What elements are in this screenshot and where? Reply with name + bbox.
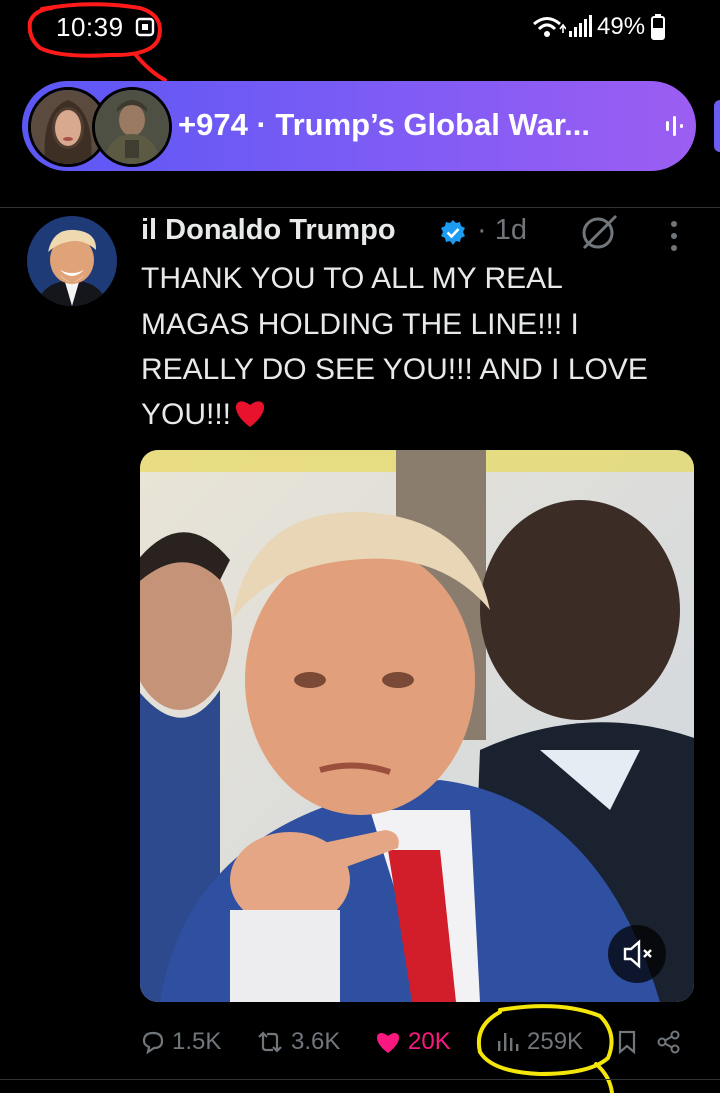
repost-count: 3.6K <box>291 1028 341 1055</box>
next-space-banner-edge[interactable] <box>714 100 720 152</box>
wifi-icon <box>533 17 566 37</box>
views-button[interactable]: 259K <box>495 1025 583 1059</box>
status-bar: 10:39 49% <box>0 0 720 58</box>
bookmark-icon <box>618 1030 636 1055</box>
live-space-banner[interactable]: +974 · Trump’s Global War... <box>22 81 696 171</box>
space-host-avatar-2 <box>92 87 172 167</box>
post-bottom-divider <box>0 1079 720 1080</box>
repost-icon <box>258 1031 282 1053</box>
share-button[interactable] <box>656 1025 688 1059</box>
space-title: +974 · Trump’s Global War... <box>178 107 591 142</box>
view-count: 259K <box>527 1028 584 1055</box>
heart-emoji-icon <box>235 401 265 427</box>
post-text-line: YOU!!! <box>141 398 232 431</box>
mute-icon <box>623 939 652 969</box>
post-text-line-last: YOU!!! <box>141 398 267 432</box>
signal-icon <box>569 15 592 37</box>
post-text-line: MAGAS HOLDING THE LINE!!! I <box>141 308 579 341</box>
audio-wave-icon <box>666 116 683 136</box>
bookmark-button[interactable] <box>616 1025 644 1059</box>
verified-badge-icon <box>441 220 465 245</box>
post-timestamp[interactable]: · 1d <box>477 214 527 247</box>
grok-icon[interactable] <box>578 212 622 252</box>
reply-button[interactable]: 1.5K <box>140 1025 221 1059</box>
rotation-lock-icon <box>135 17 155 37</box>
battery-icon <box>651 14 665 40</box>
post-text-line: THANK YOU TO ALL MY REAL <box>141 262 563 295</box>
author-avatar[interactable] <box>27 216 117 306</box>
status-time: 10:39 <box>56 12 124 42</box>
post-text-line: REALLY DO SEE YOU!!! AND I LOVE <box>141 353 648 386</box>
timeline-divider <box>0 207 720 208</box>
mute-toggle-button[interactable] <box>608 925 666 983</box>
more-vertical-icon[interactable] <box>665 218 683 254</box>
like-icon <box>376 1033 400 1053</box>
reply-count: 1.5K <box>172 1028 222 1055</box>
views-icon <box>498 1033 519 1051</box>
like-button[interactable]: 20K <box>374 1025 451 1059</box>
reply-icon <box>142 1031 164 1055</box>
share-icon <box>657 1030 680 1054</box>
like-count: 20K <box>408 1028 451 1055</box>
battery-percent: 49% <box>597 13 646 40</box>
post-video[interactable] <box>140 450 694 1002</box>
author-name[interactable]: il Donaldo Trumpo <box>141 214 396 247</box>
repost-button[interactable]: 3.6K <box>255 1025 340 1059</box>
